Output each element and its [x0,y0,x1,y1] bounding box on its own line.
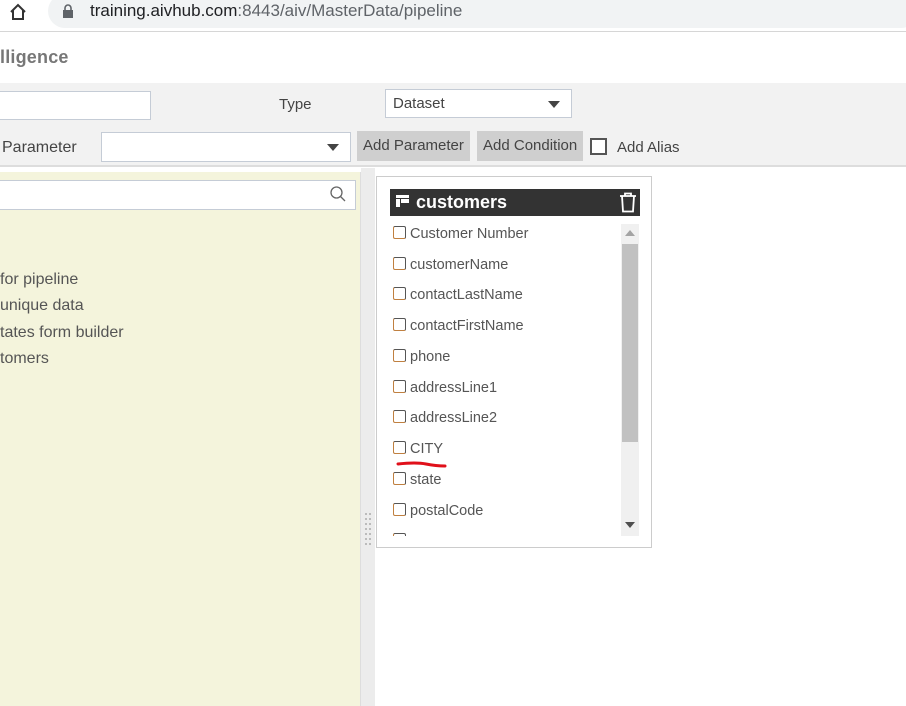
field-item[interactable]: contactFirstName [393,318,524,338]
parameter-select[interactable] [101,132,351,162]
field-item[interactable]: CITY [393,441,443,461]
list-item[interactable]: unique data [0,297,84,315]
add-alias-label: Add Alias [617,139,680,156]
name-input[interactable] [0,91,151,120]
field-item[interactable]: addressLine1 [393,380,497,400]
scrollbar[interactable] [621,224,639,536]
chevron-down-icon [327,144,339,151]
drag-handle-icon[interactable] [365,513,371,553]
add-condition-button[interactable]: Add Condition [477,131,584,161]
field-label: contactLastName [410,287,523,303]
red-underline-annotation [396,461,447,468]
chevron-down-icon [548,101,560,108]
field-label: phone [410,349,451,365]
home-icon[interactable] [8,2,28,22]
add-alias-checkbox[interactable] [590,138,607,155]
url-host: training.aivhub.com [90,1,238,20]
field-checkbox[interactable] [393,441,406,454]
type-select-value: Dataset [393,95,445,112]
add-parameter-button[interactable]: Add Parameter [357,131,470,161]
app-title: lligence [0,47,69,67]
browser-bar: training.aivhub.com:8443/aiv/MasterData/… [0,0,906,32]
field-label: state [410,472,442,488]
scrollbar-thumb[interactable] [622,244,638,442]
field-item[interactable]: Customer Number [393,226,528,246]
search-icon[interactable] [329,185,347,203]
field-checkbox[interactable] [393,472,406,485]
field-item[interactable]: state [393,472,441,492]
field-checkbox[interactable] [393,318,406,331]
field-label: addressLine1 [410,380,498,396]
list-item[interactable]: tomers [0,350,49,368]
field-item[interactable] [393,533,410,536]
list-item[interactable]: for pipeline [0,271,78,289]
parameter-label: Parameter [2,139,77,156]
field-checkbox[interactable] [393,349,406,362]
field-checkbox[interactable] [393,287,406,300]
field-item[interactable]: contactLastName [393,287,523,307]
field-label: postalCode [410,503,484,519]
app-header [0,33,906,83]
url-text[interactable]: training.aivhub.com:8443/aiv/MasterData/… [90,1,462,21]
trash-icon[interactable] [619,192,637,213]
field-label: customerName [410,257,509,273]
field-checkbox[interactable] [393,533,406,536]
field-label: contactFirstName [410,318,524,334]
scroll-down-icon[interactable] [625,522,635,528]
search-input[interactable] [0,180,356,210]
field-checkbox[interactable] [393,380,406,393]
dataset-list-panel: for pipeline unique data tates form buil… [0,172,361,706]
field-list: Customer Number customerName contactLast… [377,224,621,536]
list-item[interactable]: tates form builder [0,324,124,342]
field-label: Customer Number [410,226,529,242]
card-header[interactable]: customers [390,189,640,216]
field-checkbox[interactable] [393,226,406,239]
field-item[interactable]: postalCode [393,503,483,523]
field-item[interactable]: phone [393,349,450,369]
field-label: CITY [410,441,444,457]
toolbar: Type Dataset Parameter Add Parameter Add… [0,83,906,167]
card-title: customers [416,192,508,212]
lock-icon [63,4,73,18]
field-item[interactable]: customerName [393,257,508,277]
panel-splitter[interactable] [361,168,375,706]
table-card-customers[interactable]: customers Customer Number customerName c… [376,176,652,548]
field-item[interactable]: addressLine2 [393,410,497,430]
field-checkbox[interactable] [393,257,406,270]
type-label: Type [279,96,312,113]
scroll-up-icon[interactable] [625,230,635,236]
field-checkbox[interactable] [393,410,406,423]
table-icon [396,195,409,207]
url-path: :8443/aiv/MasterData/pipeline [237,1,463,20]
field-label: addressLine2 [410,410,498,426]
field-checkbox[interactable] [393,503,406,516]
type-select[interactable]: Dataset [385,89,572,118]
